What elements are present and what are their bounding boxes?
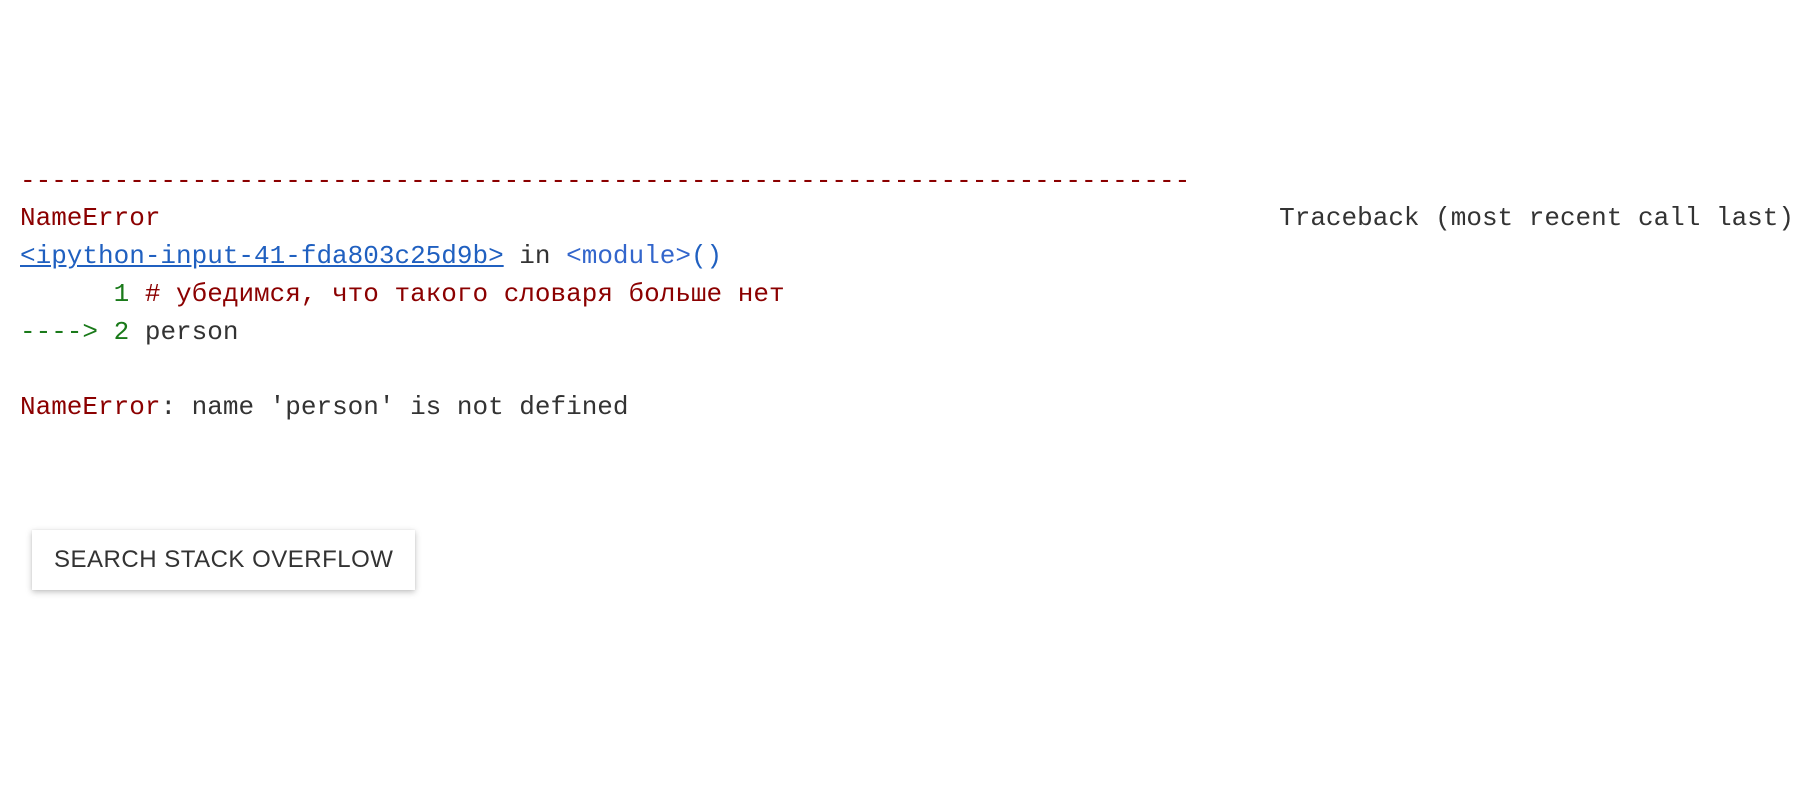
traceback-source-line: <ipython-input-41-fda803c25d9b> in <modu… xyxy=(20,238,1794,276)
traceback-separator: ----------------------------------------… xyxy=(20,163,1794,201)
in-text: in xyxy=(504,241,566,271)
traceback-line-2: ----> 2 person xyxy=(20,314,1794,352)
traceback-line-1: 1 # убедимся, что такого словаря больше … xyxy=(20,276,1794,314)
ipython-input-link[interactable]: <ipython-input-41-fda803c25d9b> xyxy=(20,241,504,271)
final-error-name: NameError xyxy=(20,392,160,422)
line-number-1: 1 xyxy=(114,279,130,309)
code-text: person xyxy=(145,317,239,347)
blank-line xyxy=(20,351,1794,389)
error-name-header: NameError xyxy=(20,200,160,238)
line-number-2: 2 xyxy=(114,317,130,347)
final-error-line: NameError: name 'person' is not defined xyxy=(20,389,1794,427)
code-comment: # убедимся, что такого словаря больше не… xyxy=(145,279,785,309)
final-error-message: : name 'person' is not defined xyxy=(160,392,628,422)
traceback-label: Traceback (most recent call last) xyxy=(1279,200,1794,238)
traceback-arrow: ----> xyxy=(20,317,114,347)
parens: () xyxy=(691,241,722,271)
module-text: <module> xyxy=(566,241,691,271)
